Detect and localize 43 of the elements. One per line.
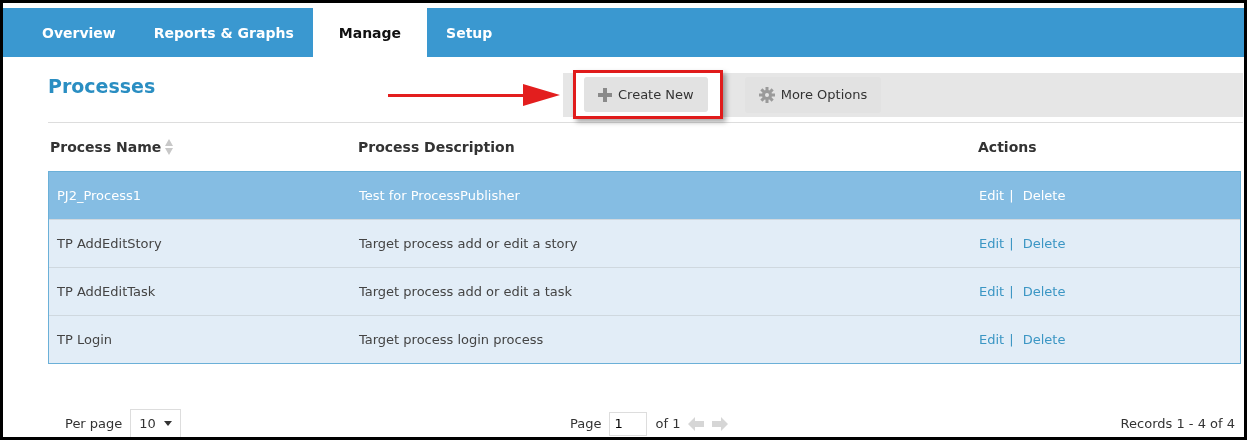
table-cell: Target process add or edit a story xyxy=(359,236,578,251)
table-cell: Target process login process xyxy=(359,332,544,347)
table-cell: TP Login xyxy=(57,332,112,347)
action-link[interactable]: Edit xyxy=(979,332,1005,347)
column-header: Process Description xyxy=(358,139,516,155)
records-count: Records 1 - 4 of 4 xyxy=(1120,416,1235,431)
table-row[interactable]: TP AddEditTask Target process add or edit a task Edit | Delete xyxy=(49,267,1240,315)
table-cell: TP AddEditStory xyxy=(57,236,162,251)
table-row[interactable]: TP Login Target process login process Edit | Delete xyxy=(49,315,1240,363)
page-input[interactable]: 1 xyxy=(609,411,648,436)
create-new-button[interactable]: Create New xyxy=(584,77,708,112)
page-count: of 1 xyxy=(655,416,681,431)
separator: | xyxy=(1009,284,1014,299)
separator: | xyxy=(1009,188,1014,203)
plus-icon xyxy=(598,87,612,102)
table-cell: Target process add or edit a task xyxy=(359,284,573,299)
action-link[interactable]: Edit xyxy=(979,236,1005,251)
table-cell: TP AddEditTask xyxy=(57,284,156,299)
separator: | xyxy=(1009,236,1014,251)
action-link[interactable]: Edit xyxy=(979,284,1005,299)
action-link[interactable]: Delete xyxy=(1022,188,1066,203)
per-page-select[interactable]: 10 xyxy=(130,409,181,437)
tab[interactable]: Setup xyxy=(427,8,512,57)
tab[interactable]: Overview xyxy=(23,8,135,57)
more-options-button[interactable]: More Options xyxy=(744,76,882,113)
column-header: Actions xyxy=(978,139,1038,155)
per-page-label: Per page xyxy=(65,416,123,431)
action-link[interactable]: Delete xyxy=(1022,236,1066,251)
caret-icon xyxy=(163,421,172,426)
separator: | xyxy=(1009,332,1014,347)
table-cell: PJ2_Process1 xyxy=(57,188,142,203)
column-header[interactable]: Process Name xyxy=(48,139,358,155)
action-link[interactable]: Edit xyxy=(979,188,1005,203)
page-title: Processes xyxy=(48,74,157,97)
gear-icon xyxy=(758,86,775,103)
table-row[interactable]: TP AddEditStory Target process add or edit a story Edit | Delete xyxy=(49,219,1240,267)
action-link[interactable]: Delete xyxy=(1022,332,1066,347)
tab[interactable]: Reports & Graphs xyxy=(134,8,313,57)
action-link[interactable]: Delete xyxy=(1022,284,1066,299)
tab[interactable]: Manage xyxy=(312,8,428,57)
table-cell: Test for ProcessPublisher xyxy=(359,188,520,203)
page-label: Page xyxy=(570,416,602,431)
table-row[interactable]: PJ2_Process1 Test for ProcessPublisher Edit | Delete xyxy=(49,172,1240,219)
